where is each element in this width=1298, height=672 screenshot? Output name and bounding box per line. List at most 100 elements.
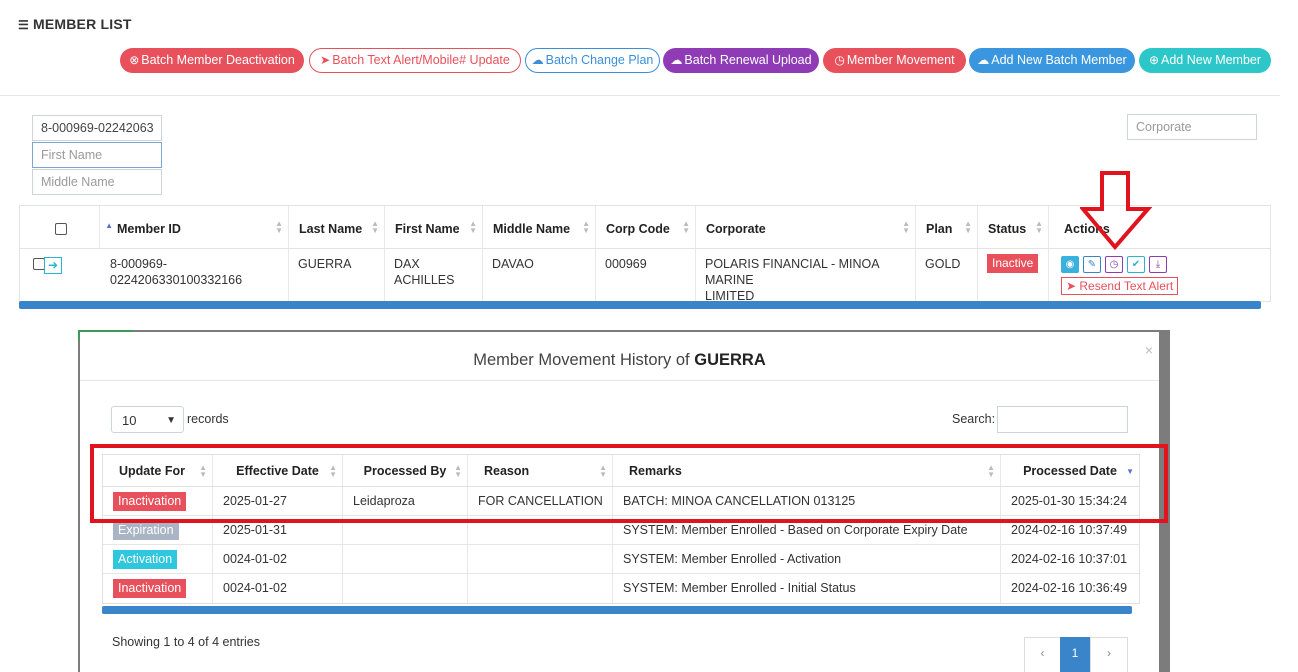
chevron-left-icon: ‹ [1040, 646, 1045, 660]
status-badge: Inactive [987, 254, 1039, 273]
sort-icon: ▲ ▼ [371, 219, 379, 235]
member-movement-button[interactable]: ◷ Member Movement [823, 48, 966, 73]
processed-date-cell: 2024-02-16 10:36:49 [1011, 581, 1128, 595]
modal-title-name: GUERRA [694, 351, 766, 369]
page-title-text: MEMBER LIST [32, 16, 132, 32]
corporate-line1: POLARIS FINANCIAL - MINOA MARINE [705, 257, 879, 287]
resend-text-alert-label: Resend Text Alert [1079, 279, 1174, 293]
add-new-member-button[interactable]: ⊕ Add New Member [1139, 48, 1271, 73]
col-corporate[interactable]: Corporate ▲ ▼ [696, 206, 916, 248]
records-label: records [187, 412, 229, 426]
row-select-cell: ➜ [20, 249, 108, 301]
select-all-checkbox[interactable] [55, 223, 67, 235]
batch-change-plan-label: Batch Change Plan [545, 53, 654, 67]
edit-pencil-icon[interactable]: ✎ [1083, 256, 1101, 273]
table-row: ➜ 8-000969- 0224206330100332166 GUERRA DA… [20, 249, 1270, 303]
plan-cell: GOLD [916, 249, 978, 301]
check-icon[interactable]: ✔ [1127, 256, 1145, 273]
col-member-id-label: Member ID [117, 222, 181, 236]
page-button[interactable]: 1 [1060, 637, 1090, 672]
cloud-upload-icon: ☁ [977, 53, 990, 67]
first-name-filter[interactable]: First Name [32, 142, 162, 168]
add-new-batch-member-button[interactable]: ☁ Add New Batch Member [969, 48, 1135, 73]
processed-by-cell [343, 545, 468, 573]
member-id-line2: 0224206330100332166 [110, 273, 243, 287]
member-id-line1: 8-000969- [110, 257, 167, 271]
paper-plane-icon: ➤ [1066, 279, 1080, 293]
remarks-cell: SYSTEM: Member Enrolled - Initial Status [613, 574, 1001, 603]
search-input[interactable] [997, 406, 1128, 433]
chevron-down-icon: ▼ [166, 415, 176, 426]
batch-text-alert-label: Batch Text Alert/Mobile# Update [332, 53, 510, 67]
update-badge: Expiration [113, 521, 179, 540]
select-all-header: ▲ [20, 206, 113, 248]
reason-cell [468, 545, 613, 573]
cloud-upload-icon: ☁ [531, 53, 544, 67]
movement-clock-icon[interactable]: ◷ [1105, 256, 1123, 273]
batch-change-plan-button[interactable]: ☁ Batch Change Plan [525, 48, 660, 73]
page-size-select[interactable]: 10 ▼ [111, 406, 184, 433]
member-id-filter[interactable]: 8-000969-02242063 [32, 115, 162, 141]
page-size-value: 10 [122, 413, 137, 428]
view-eye-icon[interactable]: ◉ [1061, 256, 1079, 273]
batch-deactivation-button[interactable]: ⊗ Batch Member Deactivation [120, 48, 304, 73]
corporate-filter[interactable]: Corporate [1127, 114, 1257, 140]
chevron-right-icon: › [1107, 646, 1111, 660]
close-icon[interactable]: × [1145, 342, 1153, 358]
sort-icon: ▲ ▼ [469, 219, 477, 235]
resend-text-alert-button[interactable]: ➤ Resend Text Alert [1061, 277, 1179, 295]
batch-text-alert-button[interactable]: ➤ Batch Text Alert/Mobile# Update [309, 48, 521, 73]
modal-title: Member Movement History of GUERRA [80, 351, 1159, 370]
cloud-upload-icon: ☁ [670, 53, 683, 67]
middle-name-filter[interactable]: Middle Name [32, 169, 162, 195]
col-status-label: Status [988, 222, 1027, 236]
history-scrollbar[interactable] [102, 606, 1132, 614]
batch-renewal-upload-label: Batch Renewal Upload [684, 53, 812, 67]
member-id-cell: 8-000969- 0224206330100332166 [101, 249, 289, 301]
add-new-batch-member-label: Add New Batch Member [991, 53, 1127, 67]
arrow-right-icon[interactable]: ➜ [44, 257, 62, 274]
table-scrollbar[interactable] [19, 301, 1261, 309]
col-corp-code-label: Corp Code [606, 222, 670, 236]
col-status[interactable]: Status ▲ ▼ [978, 206, 1049, 248]
col-corporate-label: Corporate [706, 222, 766, 236]
batch-renewal-upload-button[interactable]: ☁ Batch Renewal Upload [663, 48, 819, 73]
effective-date-cell: 0024-01-02 [213, 545, 343, 573]
next-page-button[interactable]: › [1090, 637, 1128, 672]
update-for-cell: Activation [103, 545, 213, 573]
page-title: ☰ MEMBER LIST [18, 16, 132, 32]
sort-icon: ▲ ▼ [582, 219, 590, 235]
col-corp-code[interactable]: Corp Code ▲ ▼ [596, 206, 696, 248]
actions-group: ◉ ✎ ◷ ✔ ⤓ ➤ Resend Text Alert [1061, 249, 1261, 301]
corporate-cell: POLARIS FINANCIAL - MINOA MARINE LIMITED [696, 249, 916, 303]
update-for-cell: Inactivation [103, 574, 213, 603]
col-last-name[interactable]: Last Name ▲ ▼ [289, 206, 385, 248]
sort-icon: ▲ ▼ [902, 219, 910, 235]
list-icon: ☰ [18, 18, 29, 32]
sort-icon: ▲ ▼ [275, 219, 283, 235]
col-member-id[interactable]: Member ID ▲ ▼ [108, 206, 289, 248]
member-movement-label: Member Movement [846, 53, 955, 67]
col-first-name[interactable]: First Name ▲ ▼ [385, 206, 483, 248]
col-last-name-label: Last Name [299, 222, 363, 236]
x-circle-icon: ⊗ [129, 53, 140, 67]
middle-name-cell: DAVAO [483, 249, 596, 301]
entries-info: Showing 1 to 4 of 4 entries [112, 635, 261, 649]
header-divider [0, 95, 1280, 96]
paper-plane-icon: ➤ [320, 53, 331, 67]
sort-icon: ▲ ▼ [682, 219, 690, 235]
col-plan[interactable]: Plan ▲ ▼ [916, 206, 978, 248]
prev-page-button[interactable]: ‹ [1024, 637, 1061, 672]
modal-title-prefix: Member Movement History of [473, 351, 690, 369]
col-middle-name[interactable]: Middle Name ▲ ▼ [483, 206, 596, 248]
modal-header-divider [80, 380, 1159, 381]
remarks-cell: SYSTEM: Member Enrolled - Activation [613, 545, 1001, 573]
download-icon[interactable]: ⤓ [1149, 256, 1167, 273]
sort-icon: ▲ ▼ [1035, 219, 1043, 235]
processed-by-cell [343, 574, 468, 603]
col-middle-name-label: Middle Name [493, 222, 571, 236]
sort-icon: ▲ ▼ [964, 219, 972, 235]
highlight-box [90, 444, 1168, 523]
table-row: Inactivation 0024-01-02 SYSTEM: Member E… [103, 574, 1139, 603]
add-new-member-label: Add New Member [1161, 53, 1262, 67]
